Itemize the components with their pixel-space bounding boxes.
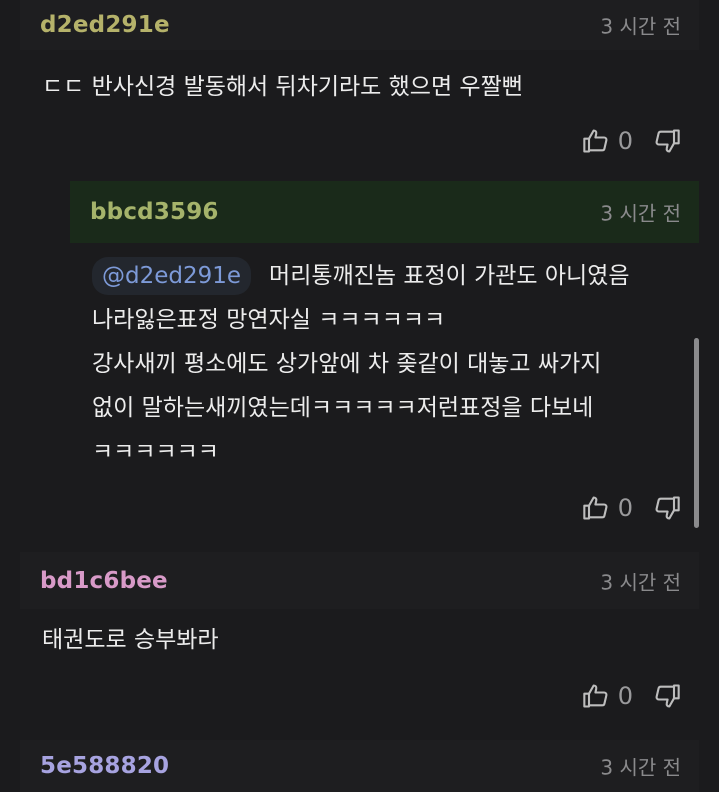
comment-nickname[interactable]: bd1c6bee [40, 568, 168, 594]
reply-nickname[interactable]: bbcd3596 [90, 199, 219, 225]
comment-header: bd1c6bee 3 시간 전 [20, 552, 699, 609]
like-count: 0 [617, 682, 633, 710]
reply-text: @d2ed291e 머리통깨진놈 표정이 가관도 아니였음 나라잃은표정 망연자실… [92, 254, 630, 474]
dislike-button[interactable] [653, 127, 681, 155]
comment-nickname[interactable]: d2ed291e [40, 12, 170, 38]
dislike-button[interactable] [653, 682, 681, 710]
comment-timestamp: 3 시간 전 [600, 755, 681, 780]
comment-timestamp: 3 시간 전 [600, 570, 681, 594]
comment-actions: 0 [582, 121, 681, 161]
comment-nickname[interactable]: 5e588820 [40, 753, 169, 779]
comment-header: d2ed291e 3 시간 전 [20, 0, 699, 50]
thumbs-down-icon [655, 684, 680, 708]
comment-text: ㄷㄷ 반사신경 발동해서 뒤차기라도 했으면 우짤뻔 [42, 74, 523, 100]
mention-tag[interactable]: @d2ed291e [92, 257, 252, 295]
comment-timestamp: 3 시간 전 [600, 14, 681, 39]
reply-line: 강사새끼 평소에도 상가앞에 차 좆같이 대놓고 싸가지 [92, 351, 602, 377]
reply-timestamp: 3 시간 전 [600, 201, 681, 226]
reply-line: @d2ed291e 머리통깨진놈 표정이 가관도 아니였음 [92, 254, 630, 298]
like-button[interactable] [582, 127, 610, 155]
reply-actions: 0 [582, 488, 681, 528]
like-button[interactable] [582, 682, 610, 710]
reply-header: bbcd3596 3 시간 전 [70, 181, 699, 243]
thumbs-up-icon [583, 496, 608, 520]
comment-header: 5e588820 3 시간 전 [20, 740, 699, 792]
reply-line: 나라잃은표정 망연자실 ㅋㅋㅋㅋㅋㅋ [92, 307, 446, 333]
thumbs-down-icon [655, 496, 680, 520]
reply-line: ㅋㅋㅋㅋㅋㅋ [92, 439, 219, 465]
reply-line: 없이 말하는새끼였는데ㅋㅋㅋㅋㅋ저런표정을 다보네 [92, 395, 594, 421]
thumbs-up-icon [583, 129, 608, 153]
thumbs-down-icon [655, 129, 680, 153]
comment-actions: 0 [582, 676, 681, 716]
thumbs-up-icon [583, 684, 608, 708]
like-count: 0 [617, 127, 633, 155]
comment-text: 태권도로 승부봐라 [42, 627, 219, 653]
dislike-button[interactable] [653, 494, 681, 522]
like-button[interactable] [582, 494, 610, 522]
like-count: 0 [617, 494, 633, 522]
scrollbar-thumb[interactable] [694, 338, 699, 528]
